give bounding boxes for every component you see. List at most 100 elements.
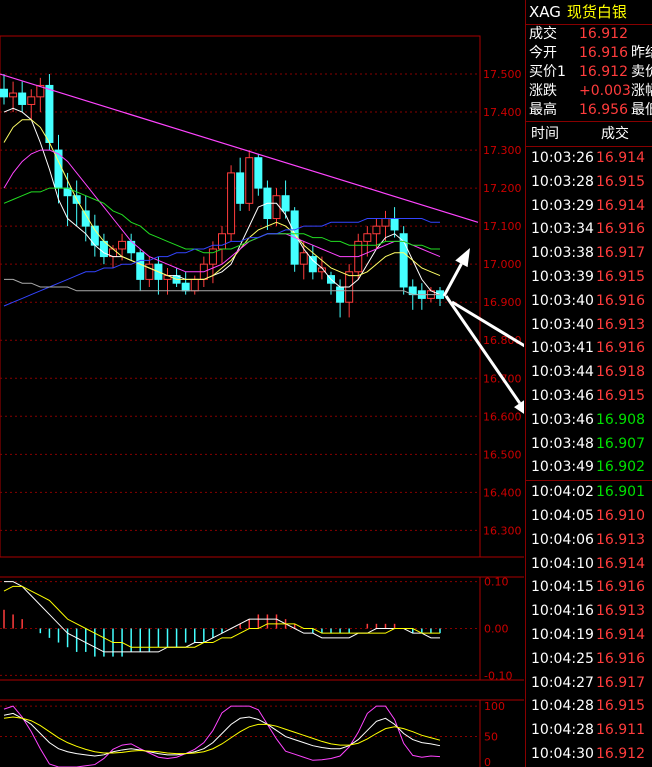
tick-time: 10:04:15	[531, 579, 594, 596]
tick-price: 16.901	[596, 484, 645, 501]
quote-value: +0.003	[579, 83, 631, 99]
tick-time: 10:03:46	[531, 411, 594, 428]
candle-body	[254, 157, 263, 189]
price-axis-label: 16.900	[483, 296, 522, 309]
candle-body	[9, 92, 18, 98]
arrow-up-head	[455, 248, 470, 268]
tick-price: 16.918	[596, 364, 645, 381]
tick-row: 10:03:29 16.914	[526, 195, 652, 219]
price-axis-label: 16.400	[483, 486, 522, 499]
candle-body	[390, 218, 399, 231]
tick-time: 10:04:06	[531, 531, 594, 548]
tick-row: 10:03:26 16.914	[526, 147, 652, 171]
price-axis-label: 16.500	[483, 448, 522, 461]
chart-frames	[0, 35, 524, 767]
tick-row: 10:03:46 16.908	[526, 409, 652, 433]
candle-body	[363, 233, 372, 242]
arrow-up-shaft	[442, 263, 463, 297]
kdj-panel: 100 50 0	[0, 700, 505, 767]
price-axis-labels: 17.500 17.400 17.300 17.200 17.100 17.000 16.9…	[483, 68, 522, 537]
quote-value: 16.916	[579, 45, 628, 61]
macd-axis-label: 0.00	[484, 623, 509, 636]
tick-time: 10:04:16	[531, 603, 594, 620]
tick-price: 16.916	[596, 650, 645, 667]
annotations	[0, 73, 524, 414]
price-axis-label: 17.200	[483, 182, 522, 195]
quote-extra-label: 昨结	[631, 45, 652, 61]
tick-price: 16.915	[596, 268, 645, 285]
quote-label: 成交	[529, 26, 557, 42]
quote-row: 今开 16.916昨结	[526, 44, 652, 63]
tick-price: 16.914	[596, 150, 645, 166]
tick-price: 16.914	[596, 555, 645, 572]
price-axis-label: 16.300	[483, 524, 522, 537]
tick-price: 16.913	[596, 531, 645, 548]
candle-body	[45, 84, 54, 143]
price-axis-label: 17.000	[483, 258, 522, 271]
tick-price: 16.913	[596, 316, 645, 333]
candle-body	[236, 172, 245, 204]
tick-price: 16.915	[596, 698, 645, 715]
ma-line	[3, 107, 441, 296]
tick-row: 10:04:16 16.913	[526, 600, 652, 624]
tick-time: 10:03:39	[531, 268, 594, 285]
candle-body	[27, 96, 36, 105]
tick-time: 10:03:46	[531, 387, 594, 404]
tick-row: 10:03:39 16.915	[526, 266, 652, 290]
tick-row: 10:03:49 16.902	[526, 456, 652, 480]
quote-value: 16.912	[579, 64, 628, 80]
quote-label: 买价1	[529, 64, 566, 80]
tick-price: 16.914	[596, 197, 645, 214]
candle-body	[218, 233, 226, 250]
quote-value: 16.912	[579, 26, 628, 42]
tick-time: 10:03:44	[531, 364, 594, 381]
tick-time: 10:04:02	[531, 484, 594, 501]
tick-price: 16.911	[596, 722, 645, 739]
tick-price: 16.902	[596, 459, 645, 476]
symbol-code[interactable]: XAG	[529, 3, 561, 21]
tick-price: 16.910	[596, 507, 645, 524]
tick-row: 10:04:02 16.901	[526, 481, 652, 505]
quote-label: 涨跌	[529, 83, 557, 99]
quote-rows: 成交16.912今开16.916昨结买价116.912卖价涨跌+0.003涨幅最…	[526, 25, 652, 120]
tick-row: 10:04:10 16.914	[526, 553, 652, 577]
tick-time: 10:04:30	[531, 745, 594, 762]
quote-extra-label: 卖价	[631, 64, 652, 80]
candle-body	[381, 218, 390, 227]
tick-price: 16.916	[596, 221, 645, 238]
tick-row: 10:04:30 16.912	[526, 743, 652, 767]
quote-header: XAG 现货白银	[526, 0, 652, 24]
tick-row: 10:03:28 16.915	[526, 171, 652, 195]
quote-row: 成交 16.912	[526, 25, 652, 44]
tick-row: 10:04:25 16.916	[526, 648, 652, 672]
tick-time: 10:04:19	[531, 626, 594, 643]
tick-time: 10:04:10	[531, 555, 594, 572]
tick-time: 10:03:40	[531, 316, 594, 333]
tick-row: 10:03:40 16.916	[526, 290, 652, 314]
tick-price: 16.917	[596, 674, 645, 691]
tick-time: 10:03:38	[531, 245, 594, 262]
tick-time: 10:03:28	[531, 173, 594, 190]
quote-panel: XAG现货白银 成交16.912今开16.916昨结买价116.912卖价涨跌+…	[525, 0, 652, 767]
tick-time: 10:03:41	[531, 340, 594, 357]
tick-time: 10:03:29	[531, 197, 594, 214]
quote-row: 买价1 16.912卖价	[526, 63, 652, 82]
price-axis-label: 17.300	[483, 144, 522, 157]
macd-axis-label: -0.10	[484, 669, 512, 682]
tick-price: 16.908	[596, 411, 645, 428]
tick-time: 10:04:28	[531, 722, 594, 739]
tick-list[interactable]: 10:03:26 16.914 10:03:28 16.915 10:03:29 16.9…	[526, 147, 652, 767]
tick-time: 10:04:05	[531, 507, 594, 524]
tick-time: 10:03:26	[531, 150, 594, 166]
tick-time: 10:03:34	[531, 221, 594, 238]
tick-time: 10:03:48	[531, 435, 594, 452]
tick-row: 10:04:28 16.911	[526, 719, 652, 743]
quote-value: 16.956	[579, 102, 628, 118]
price-axis-label: 17.100	[483, 220, 522, 233]
candle-body	[372, 225, 381, 235]
tick-time: 10:03:49	[531, 459, 594, 476]
candle-body	[227, 172, 236, 235]
arrow-down-2-shaft	[444, 295, 522, 405]
tick-price: 16.915	[596, 387, 645, 404]
quote-label: 今开	[529, 45, 557, 61]
